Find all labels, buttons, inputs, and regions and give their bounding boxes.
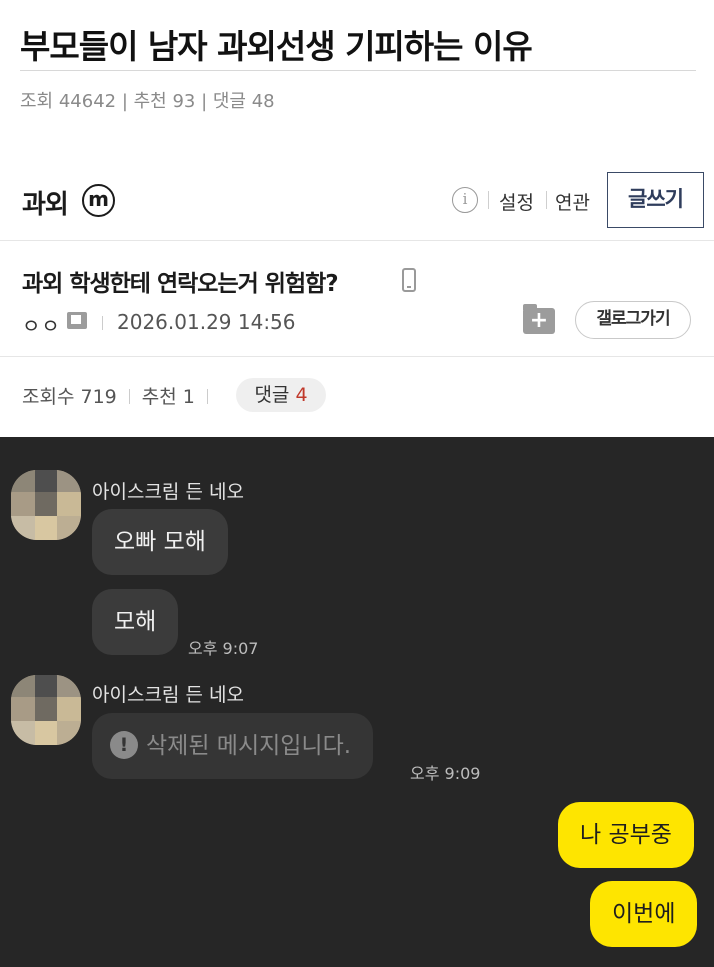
post-stats: 조회 44642 | 추천 93 | 댓글 48 [20,91,275,112]
related-link[interactable]: 연관 [555,188,590,215]
divider [102,316,103,330]
gallog-button[interactable]: 갤로그가기 [575,301,691,339]
divider [206,389,208,404]
message-time: 오후 9:09 [410,764,481,783]
thread-stats: 조회수 719 추천 1 [22,382,220,409]
comment-count: 4 [295,384,308,406]
message-time: 오후 9:07 [188,639,259,658]
avatar-icon[interactable] [11,470,81,540]
my-message-bubble: 이번에 [590,881,698,947]
deleted-message-text: 삭제된 메시지입니다. [146,733,352,759]
divider [0,356,714,357]
folder-add-icon[interactable]: + [523,304,555,334]
recommend-count: 추천 1 [141,386,195,408]
settings-link[interactable]: 설정 [499,188,534,215]
post-title: 부모들이 남자 과외선생 기피하는 이유 [20,27,533,66]
deleted-message-bubble: ! 삭제된 메시지입니다. [92,713,374,779]
gallery-name[interactable]: 과외 [22,184,69,221]
minor-gallery-icon: m [82,184,115,217]
plus-glyph: + [529,308,549,333]
chat-area: 아이스크림 든 네오 오빠 모해 모해 오후 9:07 아이스크림 든 네오 !… [0,437,714,967]
divider [488,191,489,209]
screenshot-card: 과외 m i 설정 연관 글쓰기 과외 학생한테 연락오는거 위험함? ㅇㅇ 2… [0,160,714,437]
thread-title: 과외 학생한테 연락오는거 위험함? [22,271,339,297]
post-header: 부모들이 남자 과외선생 기피하는 이유 조회 44642 | 추천 93 | … [0,0,714,128]
divider [128,389,130,404]
author-name[interactable]: ㅇㅇ [22,310,61,339]
my-message-bubble: 나 공부중 [558,802,694,868]
divider [0,240,714,241]
comment-label: 댓글 [254,384,290,406]
comment-button[interactable]: 댓글 4 [236,378,326,412]
avatar-icon[interactable] [11,675,81,745]
divider [546,191,547,209]
divider [20,70,696,71]
message-bubble: 모해 [92,589,179,655]
warning-icon: ! [110,731,138,759]
phone-icon [402,268,416,292]
info-icon[interactable]: i [452,187,478,213]
gallery-bar: 과외 m i 설정 연관 글쓰기 [0,160,714,240]
user-badge-icon [67,312,87,329]
view-count: 조회수 719 [22,386,117,408]
write-button[interactable]: 글쓰기 [607,172,704,228]
message-bubble: 오빠 모해 [92,509,228,575]
post-date: 2026.01.29 14:56 [117,310,296,334]
sender-name: 아이스크림 든 네오 [92,684,244,706]
sender-name: 아이스크림 든 네오 [92,481,244,503]
